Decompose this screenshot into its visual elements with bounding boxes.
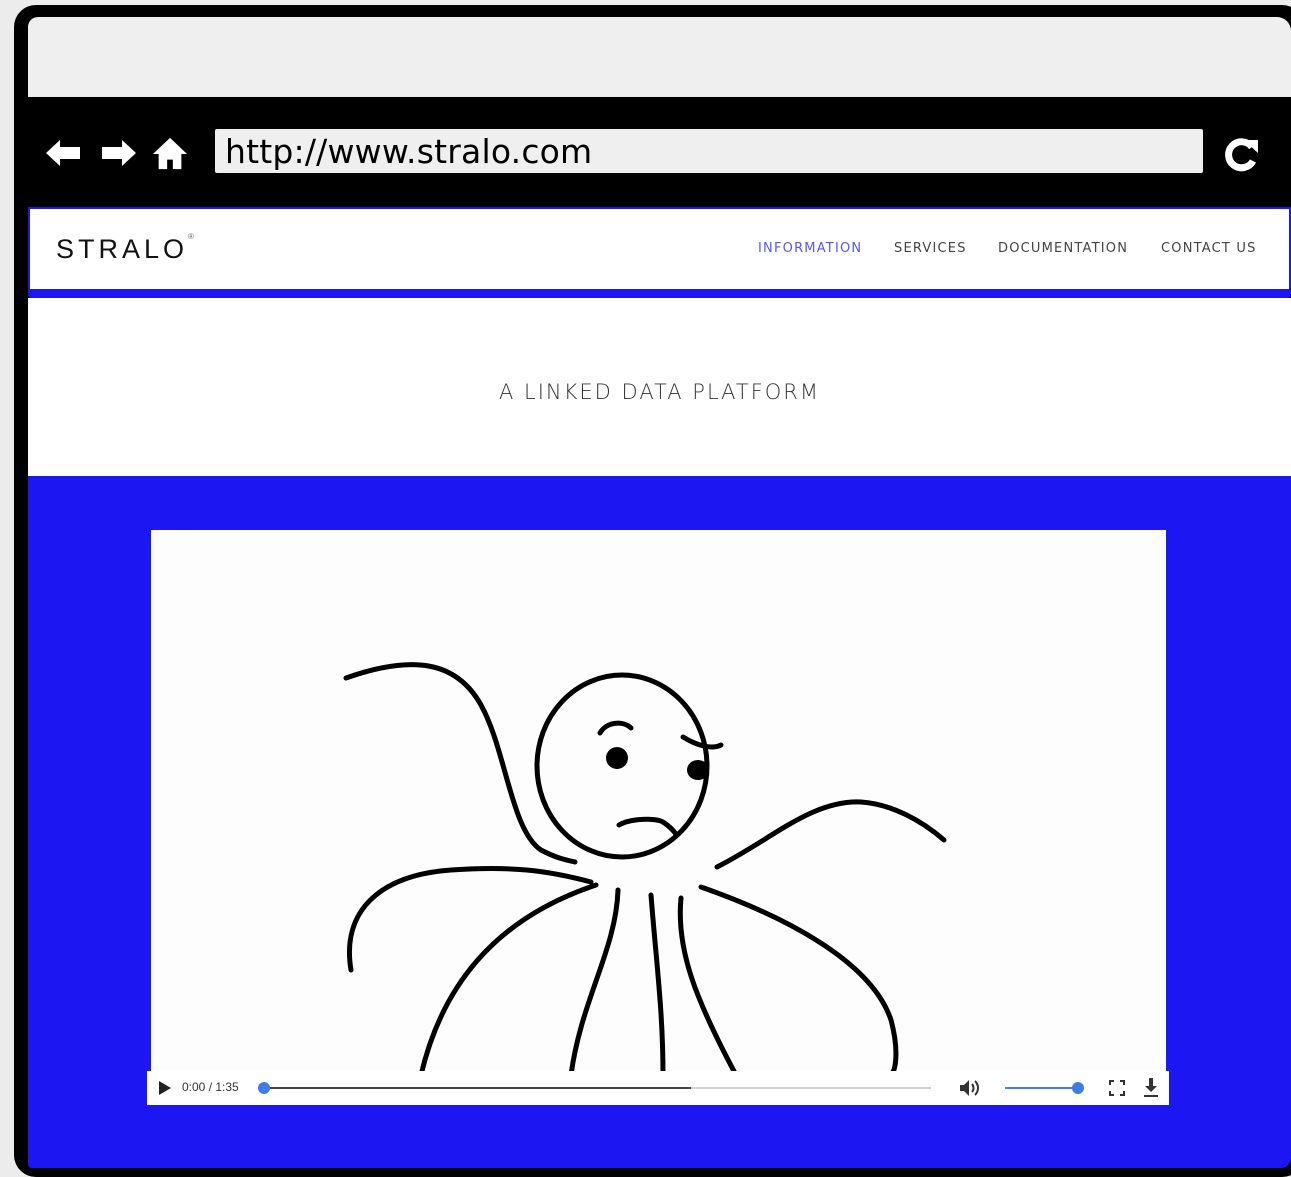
header-accent-strip: [28, 289, 1291, 298]
progress-knob[interactable]: [258, 1082, 270, 1094]
download-icon[interactable]: [1143, 1078, 1159, 1098]
video-time: 0:00 / 1:35: [182, 1080, 239, 1094]
back-arrow-icon[interactable]: [46, 135, 82, 171]
tagline: A LINKED DATA PLATFORM: [498, 380, 821, 404]
play-icon[interactable]: [159, 1081, 171, 1095]
nav-contact-us[interactable]: CONTACT US: [1161, 241, 1257, 256]
registered-mark: ®: [188, 232, 194, 241]
nav-documentation[interactable]: DOCUMENTATION: [998, 241, 1128, 256]
volume-knob[interactable]: [1072, 1082, 1084, 1094]
hero-section: A LINKED DATA PLATFORM: [28, 298, 1291, 476]
reload-icon[interactable]: [1222, 134, 1262, 174]
title-bar: [28, 17, 1291, 97]
nav-services[interactable]: SERVICES: [894, 241, 967, 256]
video-player[interactable]: [151, 530, 1166, 1075]
volume-icon[interactable]: [959, 1079, 981, 1097]
url-text: http://www.stralo.com: [225, 131, 593, 171]
site-logo[interactable]: STRALO®: [56, 232, 194, 265]
forward-arrow-icon[interactable]: [100, 135, 136, 171]
octopus-illustration: [343, 662, 947, 1075]
fullscreen-icon[interactable]: [1109, 1080, 1125, 1096]
progress-bar[interactable]: [258, 1082, 931, 1094]
nav-information[interactable]: INFORMATION: [758, 241, 862, 256]
url-bar[interactable]: http://www.stralo.com: [215, 129, 1203, 173]
home-icon[interactable]: [152, 135, 188, 171]
video-controls: 0:00 / 1:35: [147, 1071, 1169, 1105]
logo-text: STRALO: [56, 234, 189, 264]
progress-buffered: [263, 1087, 691, 1089]
volume-slider[interactable]: [1005, 1082, 1084, 1094]
